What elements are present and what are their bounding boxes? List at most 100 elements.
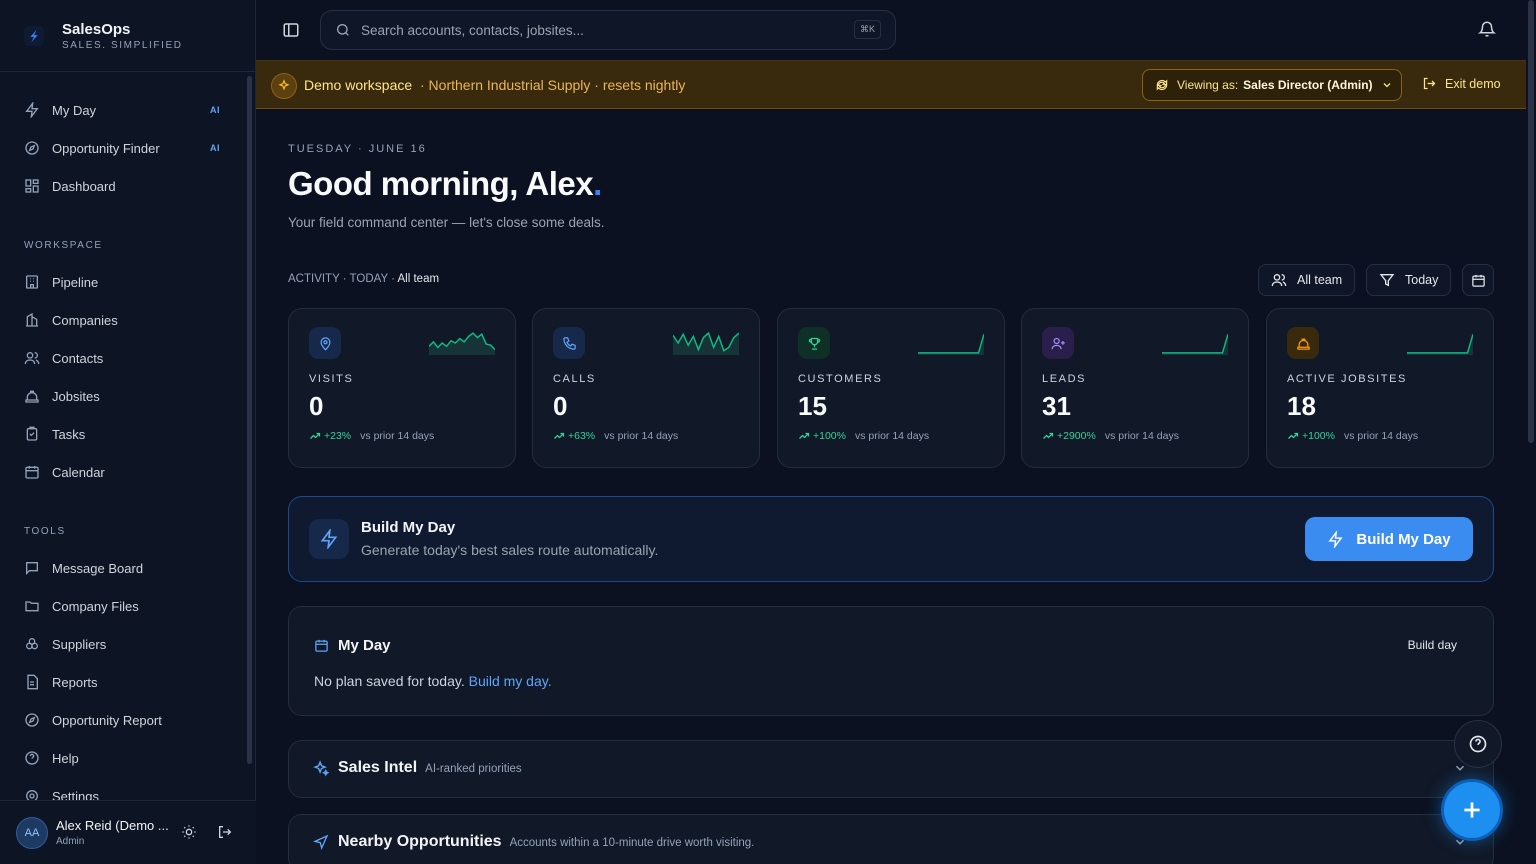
activity-scope: All team <box>397 273 440 285</box>
help-icon <box>1469 735 1487 753</box>
sidebar-item-dashboard[interactable]: Dashboard <box>24 174 224 198</box>
calendar-button[interactable] <box>1462 264 1494 296</box>
search-box[interactable]: ⌘K <box>320 10 896 50</box>
exit-demo-label: Exit demo <box>1445 76 1501 91</box>
user-plus-icon <box>1042 327 1074 359</box>
stat-trend: +2900% vs prior 14 days <box>1042 430 1179 442</box>
sidebar-item-company-files[interactable]: Company Files <box>24 594 224 618</box>
build-my-day-link[interactable]: Build my day. <box>469 673 552 689</box>
ai-badge: AI <box>210 105 220 115</box>
sidebar-item-reports[interactable]: Reports <box>24 670 224 694</box>
stat-trend: +100% vs prior 14 days <box>1287 430 1418 442</box>
sidebar-item-contacts[interactable]: Contacts <box>24 346 224 370</box>
date-filter-label: Today <box>1405 273 1439 287</box>
viewing-as-role: Sales Director (Admin) <box>1243 78 1373 92</box>
help-chat-button[interactable] <box>1454 720 1502 768</box>
sidebar-item-calendar[interactable]: Calendar <box>24 460 224 484</box>
stat-card-active-jobsites[interactable]: ACTIVE JOBSITES 18 +100% vs prior 14 days <box>1266 308 1494 468</box>
hardhat-icon <box>24 388 40 404</box>
stat-label: ACTIVE JOBSITES <box>1287 373 1407 385</box>
sidebar-toggle-button[interactable] <box>282 21 300 39</box>
calendar-icon <box>1471 274 1485 287</box>
build-button-label: Build My Day <box>1356 530 1451 548</box>
plus-icon <box>1464 802 1480 818</box>
trend-up-icon <box>1043 432 1054 439</box>
stat-card-visits[interactable]: VISITS 0 +23% vs prior 14 days <box>288 308 516 468</box>
sidebar-item-label: Companies <box>52 312 118 328</box>
sidebar-item-settings[interactable]: Settings <box>24 784 224 800</box>
sparkline-area <box>429 333 495 355</box>
viewing-as-dropdown[interactable]: Viewing as: Sales Director (Admin) <box>1142 69 1402 101</box>
section-workspace: WORKSPACE <box>24 240 103 251</box>
sidebar-item-label: Jobsites <box>52 388 100 404</box>
sparkline-area <box>673 333 739 355</box>
bell-icon <box>1477 21 1497 37</box>
sidebar-item-my-day[interactable]: My Day AI <box>24 98 224 122</box>
sales-intel-panel[interactable]: Sales Intel AI-ranked priorities <box>288 740 1494 798</box>
sidebar-item-pipeline[interactable]: Pipeline <box>24 270 224 294</box>
filter-icon <box>1379 274 1395 287</box>
sidebar-item-label: Reports <box>52 674 98 690</box>
theme-toggle-button[interactable] <box>180 823 198 841</box>
build-subtitle: Generate today's best sales route automa… <box>361 542 659 558</box>
sidebar-item-jobsites[interactable]: Jobsites <box>24 384 224 408</box>
trend-up-icon <box>554 432 565 439</box>
lightning-icon <box>309 519 349 559</box>
logout-icon <box>219 826 232 838</box>
stat-card-calls[interactable]: CALLS 0 +63% vs prior 14 days <box>532 308 760 468</box>
build-day-button[interactable]: Build day <box>1408 638 1457 652</box>
page-scrollbar[interactable] <box>1528 0 1534 443</box>
sidebar-item-companies[interactable]: Companies <box>24 308 224 332</box>
exit-icon <box>1423 77 1436 90</box>
page-subtitle: Your field command center — let's close … <box>288 215 605 230</box>
stat-card-leads[interactable]: LEADS 31 +2900% vs prior 14 days <box>1021 308 1249 468</box>
compass-icon <box>24 140 40 156</box>
users-icon <box>24 350 40 366</box>
phone-icon <box>553 327 585 359</box>
users-icon <box>1271 274 1287 287</box>
trophy-icon <box>798 327 830 359</box>
title-dot: . <box>593 165 602 202</box>
search-input[interactable] <box>361 22 831 38</box>
sidebar-item-opportunity-report[interactable]: Opportunity Report <box>24 708 224 732</box>
sun-icon <box>182 825 196 839</box>
sparkline <box>673 331 739 355</box>
stat-value: 15 <box>798 391 827 421</box>
quick-add-button[interactable] <box>1441 779 1503 841</box>
sidebar-item-label: Settings <box>52 788 99 801</box>
boxes-icon <box>24 636 40 652</box>
brand[interactable]: SalesOps SALES. SIMPLIFIED <box>0 0 255 72</box>
sidebar-item-help[interactable]: Help <box>24 746 224 770</box>
build-my-day-button[interactable]: Build My Day <box>1305 517 1473 561</box>
sidebar-item-tasks[interactable]: Tasks <box>24 422 224 446</box>
current-date: TUESDAY · JUNE 16 <box>288 143 427 155</box>
activity-label: ACTIVITY · TODAY · All team <box>288 273 440 285</box>
ai-badge: AI <box>210 143 220 153</box>
date-filter-button[interactable]: Today <box>1366 264 1452 296</box>
notifications-button[interactable] <box>1477 20 1497 38</box>
stat-label: LEADS <box>1042 373 1087 385</box>
team-filter-label: All team <box>1297 273 1343 287</box>
nearby-opportunities-panel[interactable]: Nearby Opportunities Accounts within a 10… <box>288 814 1494 864</box>
sidebar-item-opportunity-finder[interactable]: Opportunity Finder AI <box>24 136 224 160</box>
sidebar-item-label: Opportunity Finder <box>52 140 160 156</box>
sidebar-scrollbar[interactable] <box>247 76 252 764</box>
exit-demo-button[interactable]: Exit demo <box>1422 76 1501 91</box>
sidebar-item-message-board[interactable]: Message Board <box>24 556 224 580</box>
shortcut-hint: ⌘K <box>853 20 881 39</box>
map-pin-icon <box>309 327 341 359</box>
sidebar-item-suppliers[interactable]: Suppliers <box>24 632 224 656</box>
compass-icon <box>24 712 40 728</box>
sidebar-item-label: Message Board <box>52 560 144 576</box>
sidebar-item-label: Company Files <box>52 598 139 614</box>
sparkline <box>429 332 495 355</box>
team-filter-button[interactable]: All team <box>1258 264 1356 296</box>
section-tools: TOOLS <box>24 526 66 537</box>
panel-title: Sales Intel AI-ranked priorities <box>338 759 522 776</box>
user-profile[interactable]: AA Alex Reid (Demo ... Admin <box>0 800 256 864</box>
my-day-title: My Day <box>338 637 391 654</box>
logout-button[interactable] <box>216 823 234 841</box>
stat-label: CUSTOMERS <box>798 373 883 385</box>
stat-card-customers[interactable]: CUSTOMERS 15 +100% vs prior 14 days <box>777 308 1005 468</box>
stat-trend: +63% vs prior 14 days <box>553 430 678 442</box>
